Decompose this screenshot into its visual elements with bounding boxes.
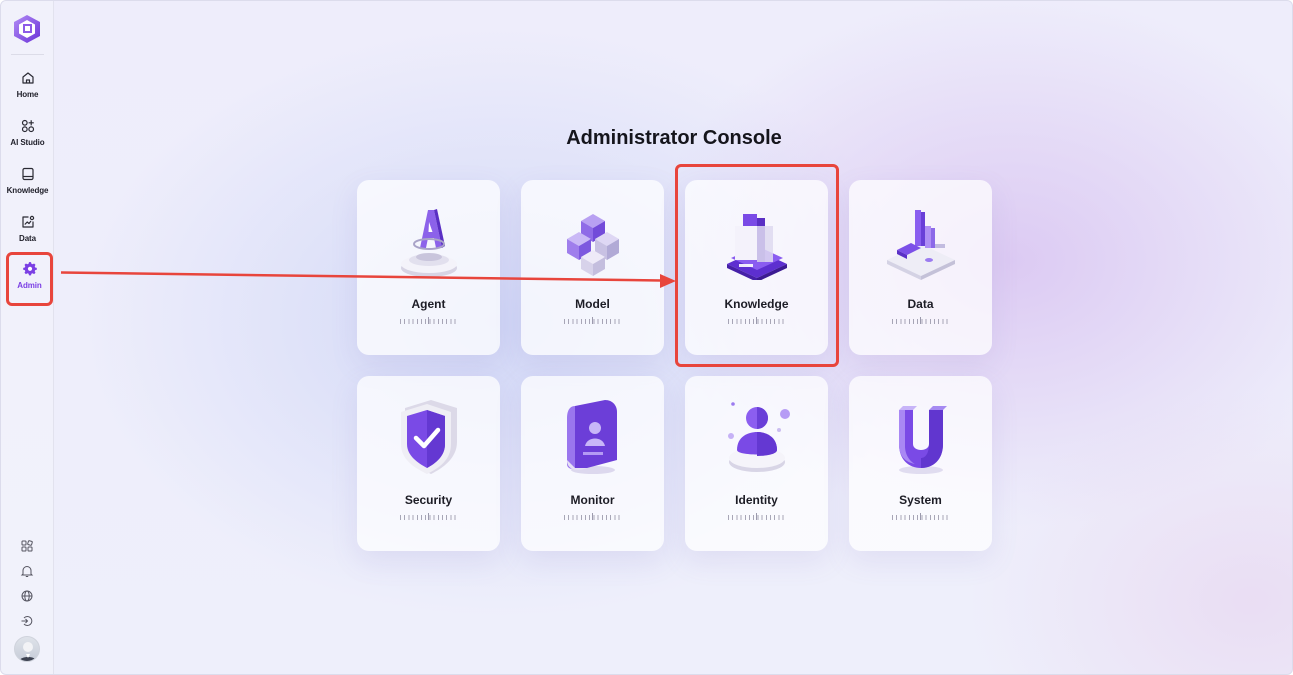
knowledge-books-icon — [727, 214, 787, 280]
card-label: Security — [404, 493, 453, 507]
app-logo-icon[interactable] — [13, 14, 41, 44]
monitor-badge-icon — [567, 400, 617, 474]
card-label: Monitor — [570, 493, 615, 507]
card-tick-divider — [728, 513, 786, 520]
sidebar-item-label: Home — [16, 90, 39, 99]
card-security[interactable]: Security — [357, 376, 500, 551]
sidebar: Home AI Studio Knowledge Data Admin — [1, 1, 54, 674]
avatar[interactable] — [14, 636, 40, 662]
logo-divider — [11, 54, 44, 55]
data-bars-icon — [887, 210, 955, 280]
card-tick-divider — [728, 317, 786, 324]
card-tick-divider — [400, 513, 458, 520]
card-data[interactable]: Data — [849, 180, 992, 355]
card-agent[interactable]: Agent — [357, 180, 500, 355]
home-icon — [21, 72, 34, 84]
card-label: System — [899, 493, 942, 507]
gear-icon — [22, 262, 37, 276]
sidebar-item-label: AI Studio — [10, 138, 45, 147]
user-avatar-icon — [18, 642, 38, 661]
shield-check-icon — [401, 400, 457, 474]
card-label: Knowledge — [724, 297, 789, 311]
card-label: Model — [575, 297, 610, 311]
sidebar-item-data[interactable]: Data — [5, 211, 50, 255]
card-label: Data — [907, 297, 934, 311]
magnet-icon — [899, 406, 947, 474]
card-tick-divider — [892, 317, 950, 324]
sidebar-item-ai-studio[interactable]: AI Studio — [5, 115, 50, 159]
model-cubes-icon — [567, 214, 619, 276]
page-title: Administrator Console — [566, 127, 782, 149]
sidebar-item-knowledge[interactable]: Knowledge — [5, 163, 50, 207]
agent-3d-icon — [401, 209, 457, 277]
card-tick-divider — [400, 317, 458, 324]
card-tick-divider — [564, 317, 622, 324]
globe-icon[interactable] — [19, 588, 35, 604]
sidebar-item-home[interactable]: Home — [5, 67, 50, 111]
data-chart-icon — [21, 215, 34, 228]
card-knowledge[interactable]: Knowledge — [685, 180, 828, 355]
ai-studio-icon — [21, 119, 34, 133]
sidebar-item-label: Admin — [17, 281, 42, 290]
card-system[interactable]: System — [849, 376, 992, 551]
book-icon — [21, 167, 34, 181]
card-identity[interactable]: Identity — [685, 376, 828, 551]
sidebar-item-label: Data — [19, 234, 36, 243]
bell-icon[interactable] — [19, 563, 35, 579]
sidebar-item-admin[interactable]: Admin — [6, 252, 53, 306]
layout-icon[interactable] — [19, 538, 35, 554]
card-model[interactable]: Model — [521, 180, 664, 355]
sidebar-item-label: Knowledge — [6, 186, 49, 195]
logout-icon[interactable] — [19, 613, 35, 629]
card-monitor[interactable]: Monitor — [521, 376, 664, 551]
app-window: Home AI Studio Knowledge Data Admin Admi… — [0, 0, 1293, 675]
card-label: Identity — [735, 493, 778, 507]
card-tick-divider — [564, 513, 622, 520]
card-tick-divider — [892, 513, 950, 520]
card-label: Agent — [411, 297, 446, 311]
identity-user-icon — [728, 402, 790, 472]
